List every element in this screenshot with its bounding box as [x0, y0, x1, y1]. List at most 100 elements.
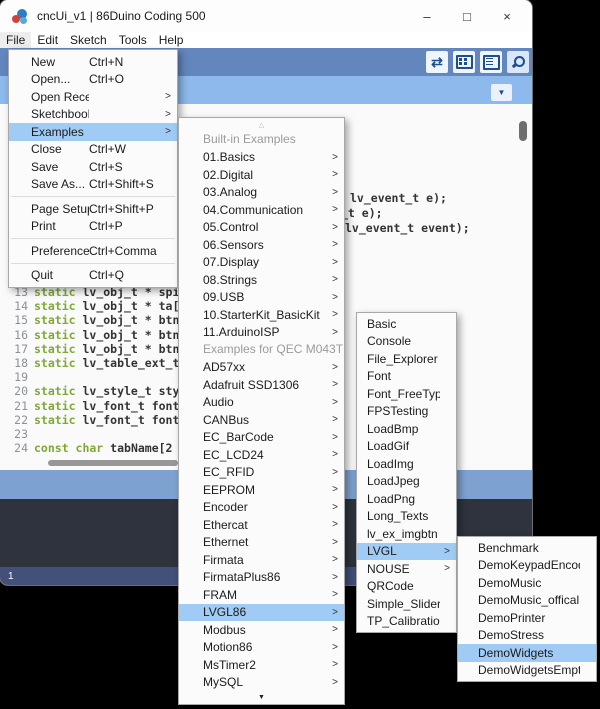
swap-arrows-icon[interactable]: ⇄ [426, 51, 448, 73]
menu-item-label: Examples [31, 125, 89, 139]
menu-item-demostress[interactable]: DemoStress [458, 627, 596, 645]
menu-item-font[interactable]: Font [357, 368, 456, 386]
menu-item-shortcut: Ctrl+W [89, 142, 161, 156]
menu-item-ec-barcode[interactable]: EC_BarCode> [179, 429, 344, 447]
menu-item-ethernet[interactable]: Ethernet> [179, 534, 344, 552]
horizontal-scrollbar-thumb[interactable] [48, 460, 178, 466]
menu-item-motion86[interactable]: Motion86> [179, 639, 344, 657]
menu-item-ethercat[interactable]: Ethercat> [179, 516, 344, 534]
menu-item-loadpng[interactable]: LoadPng [357, 490, 456, 508]
menu-item-ec-rfid[interactable]: EC_RFID> [179, 464, 344, 482]
menu-item-label: DemoMusic [478, 576, 580, 590]
menu-item-firmataplus86[interactable]: FirmataPlus86> [179, 569, 344, 587]
menu-item-label: 05.Control [203, 220, 328, 234]
board-manager-icon[interactable] [453, 51, 475, 73]
menu-item-close[interactable]: CloseCtrl+W [9, 141, 177, 159]
menu-item-audio[interactable]: Audio> [179, 394, 344, 412]
menu-item-06-sensors[interactable]: 06.Sensors> [179, 236, 344, 254]
vertical-scrollbar-thumb[interactable] [519, 121, 527, 141]
menu-item-simple-slider[interactable]: Simple_Slider [357, 595, 456, 613]
menu-item-05-control[interactable]: 05.Control> [179, 219, 344, 237]
menu-item-loadgif[interactable]: LoadGif [357, 438, 456, 456]
tab-dropdown-button[interactable]: ▼ [491, 84, 512, 101]
menu-item-benchmark[interactable]: Benchmark [458, 539, 596, 557]
menu-item-nouse[interactable]: NOUSE> [357, 560, 456, 578]
menu-item-label: FRAM [203, 588, 328, 602]
menu-item-modbus[interactable]: Modbus> [179, 621, 344, 639]
keyword-token: static [34, 313, 76, 327]
menu-item-sketchbook[interactable]: Sketchbook> [9, 106, 177, 124]
menu-item-loadjpeg[interactable]: LoadJpeg [357, 473, 456, 491]
menu-item-lvgl86[interactable]: LVGL86> [179, 604, 344, 622]
menu-item-open[interactable]: Open...Ctrl+O [9, 71, 177, 89]
menu-item-04-communication[interactable]: 04.Communication> [179, 201, 344, 219]
menubar-item-help[interactable]: Help [153, 32, 190, 48]
menu-item-fram[interactable]: FRAM> [179, 586, 344, 604]
menu-item-demowidgetsempty[interactable]: DemoWidgetsEmpty [458, 662, 596, 680]
menu-item-ec-lcd24[interactable]: EC_LCD24> [179, 446, 344, 464]
menu-item-long-texts[interactable]: Long_Texts [357, 508, 456, 526]
menu-item-mstimer2[interactable]: MsTimer2> [179, 656, 344, 674]
menu-item-new[interactable]: NewCtrl+N [9, 53, 177, 71]
menubar-item-sketch[interactable]: Sketch [64, 32, 113, 48]
menu-item-demomusic-offical[interactable]: DemoMusic_offical [458, 592, 596, 610]
scroll-up-icon[interactable]: △ [179, 118, 344, 131]
submenu-chevron-icon: > [328, 187, 338, 198]
menu-item-lvgl[interactable]: LVGL> [357, 543, 456, 561]
menu-item-02-digital[interactable]: 02.Digital> [179, 166, 344, 184]
menu-item-examples[interactable]: Examples> [9, 123, 177, 141]
menu-item-09-usb[interactable]: 09.USB> [179, 289, 344, 307]
menu-item-basic[interactable]: Basic [357, 315, 456, 333]
menu-item-08-strings[interactable]: 08.Strings> [179, 271, 344, 289]
menu-item-eeprom[interactable]: EEPROM> [179, 481, 344, 499]
code-fragment: lv_event_t e); [350, 191, 447, 205]
menu-item-encoder[interactable]: Encoder> [179, 499, 344, 517]
menu-item-loadbmp[interactable]: LoadBmp [357, 420, 456, 438]
menu-item-ad57xx[interactable]: AD57xx> [179, 359, 344, 377]
menu-item-save[interactable]: SaveCtrl+S [9, 158, 177, 176]
menu-item-fpstesting[interactable]: FPSTesting [357, 403, 456, 421]
menu-item-quit[interactable]: QuitCtrl+Q [9, 267, 177, 285]
menu-item-console[interactable]: Console [357, 333, 456, 351]
menu-item-10-starterkit-basickit[interactable]: 10.StarterKit_BasicKit> [179, 306, 344, 324]
menu-item-demoprinter[interactable]: DemoPrinter [458, 609, 596, 627]
menu-item-loadimg[interactable]: LoadImg [357, 455, 456, 473]
menu-item-file-explorer[interactable]: File_Explorer [357, 350, 456, 368]
menu-separator [11, 238, 175, 239]
menu-item-demokeypadencoder[interactable]: DemoKeypadEncoder [458, 557, 596, 575]
menu-item-adafruit-ssd1306[interactable]: Adafruit SSD1306> [179, 376, 344, 394]
menu-item-shortcut: Ctrl+Comma [89, 244, 161, 258]
menubar-item-tools[interactable]: Tools [113, 32, 153, 48]
menu-item-preferences[interactable]: PreferencesCtrl+Comma [9, 242, 177, 260]
magnifier-icon[interactable] [507, 51, 529, 73]
close-button[interactable]: × [487, 0, 527, 32]
menu-item-font-freetype[interactable]: Font_FreeType [357, 385, 456, 403]
menu-item-firmata[interactable]: Firmata> [179, 551, 344, 569]
menubar-item-file[interactable]: File [0, 32, 31, 48]
menu-item-save-as[interactable]: Save As...Ctrl+Shift+S [9, 176, 177, 194]
menu-item-11-arduinoisp[interactable]: 11.ArduinoISP> [179, 324, 344, 342]
menu-item-lv-ex-imgbtn[interactable]: lv_ex_imgbtn [357, 525, 456, 543]
menu-item-tp-calibration[interactable]: TP_Calibration [357, 613, 456, 631]
menu-item-03-analog[interactable]: 03.Analog> [179, 184, 344, 202]
menu-item-print[interactable]: PrintCtrl+P [9, 218, 177, 236]
menu-item-qrcode[interactable]: QRCode [357, 578, 456, 596]
menu-item-open-recent[interactable]: Open Recent> [9, 88, 177, 106]
menu-item-mysql[interactable]: MySQL> [179, 674, 344, 692]
maximize-button[interactable]: □ [447, 0, 487, 32]
submenu-chevron-icon: > [328, 204, 338, 215]
code-fragment: lv_event_t event); [345, 221, 470, 235]
menu-item-label: LoadPng [367, 492, 440, 506]
scroll-down-icon[interactable]: ▼ [179, 691, 344, 704]
menu-separator [11, 263, 175, 264]
menubar-item-edit[interactable]: Edit [31, 32, 64, 48]
menu-item-page-setup[interactable]: Page SetupCtrl+Shift+P [9, 200, 177, 218]
menu-item-demomusic[interactable]: DemoMusic [458, 574, 596, 592]
menu-item-canbus[interactable]: CANBus> [179, 411, 344, 429]
menu-item-demowidgets[interactable]: DemoWidgets [458, 644, 596, 662]
minimize-button[interactable]: – [407, 0, 447, 32]
library-list-icon[interactable] [480, 51, 502, 73]
menu-item-07-display[interactable]: 07.Display> [179, 254, 344, 272]
menu-item-01-basics[interactable]: 01.Basics> [179, 149, 344, 167]
line-number: 16 [0, 328, 34, 342]
